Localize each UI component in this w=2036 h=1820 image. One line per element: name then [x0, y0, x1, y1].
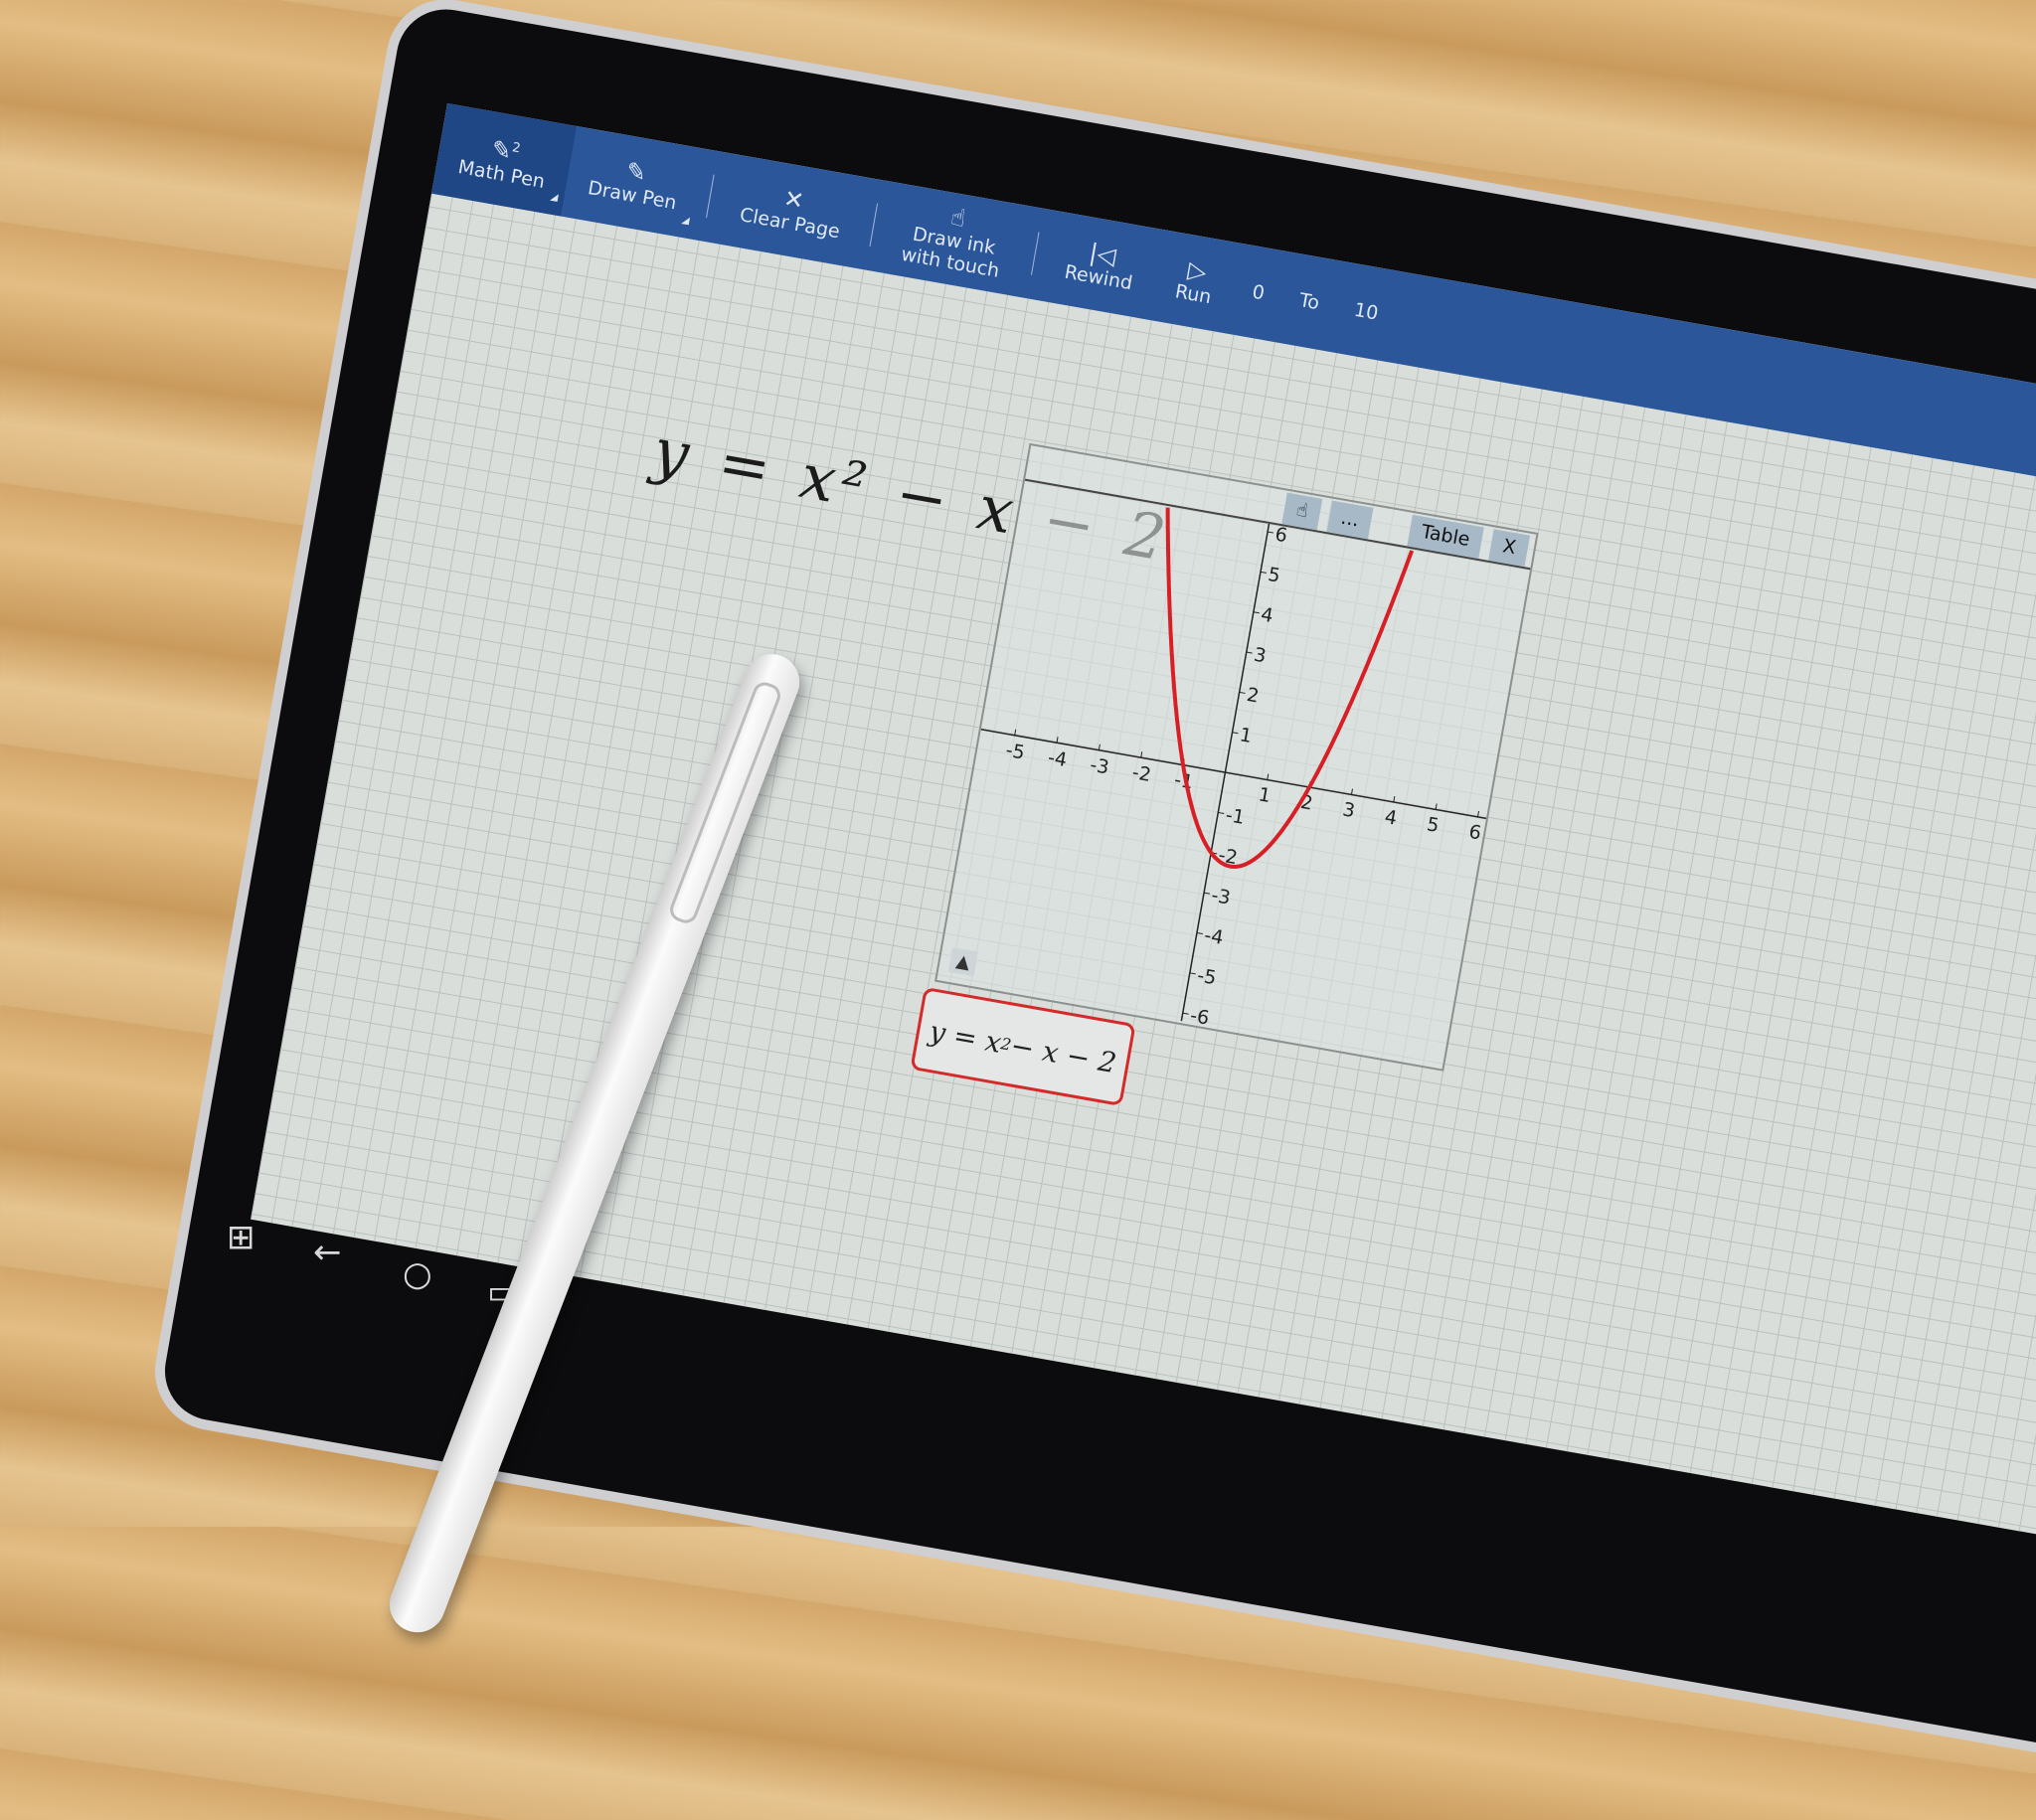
rewind-button[interactable]: |◁ Rewind [1038, 210, 1164, 319]
divider [706, 174, 715, 219]
back-icon[interactable]: ← [313, 1233, 342, 1272]
x-icon: ✕ [781, 184, 806, 216]
divider [869, 203, 879, 248]
y-tick [1268, 531, 1274, 534]
dropdown-triangle-icon[interactable]: ◢ [680, 210, 691, 233]
windows-icon[interactable]: ⊞ [227, 1218, 255, 1257]
x-tick-label: 6 [1467, 821, 1483, 845]
y-tick-label: 6 [1273, 524, 1289, 548]
parabola-curve [1165, 507, 1415, 869]
x-tick [1476, 810, 1480, 817]
y-tick [1232, 732, 1239, 735]
x-tick-label: -5 [1004, 740, 1026, 764]
y-tick [1253, 611, 1260, 614]
play-icon: ▷ [1185, 255, 1209, 286]
y-tick-label: 1 [1238, 724, 1254, 747]
pencil-icon: ✎ [623, 156, 649, 188]
touch-hand-icon: ☝ [948, 202, 968, 234]
x-tick-label: 4 [1383, 806, 1399, 830]
rewind-label: Rewind [1063, 260, 1134, 295]
touch-mode-button[interactable]: ☝ [1281, 492, 1322, 531]
y-tick-label: 4 [1260, 603, 1275, 627]
equation-lhs: y = x [927, 1014, 1004, 1060]
x-tick [1267, 773, 1270, 780]
home-icon[interactable]: ○ [403, 1254, 432, 1294]
y-tick [1239, 691, 1246, 694]
pencil-icon: ✎2 [489, 134, 522, 166]
x-tick [1350, 788, 1353, 795]
more-button[interactable]: ... [1326, 500, 1374, 540]
divider [1030, 232, 1040, 275]
y-tick-label: -5 [1196, 964, 1218, 989]
run-button[interactable]: ▷ Run [1148, 230, 1243, 334]
y-tick-label: -4 [1203, 924, 1225, 949]
equation-rhs: − x − 2 [1008, 1028, 1119, 1079]
x-tick-label: 1 [1257, 783, 1272, 807]
dropdown-triangle-icon[interactable]: ◢ [549, 187, 560, 210]
y-tick-label: -6 [1189, 1005, 1211, 1030]
x-tick-label: -3 [1089, 754, 1110, 779]
x-tick [1435, 803, 1438, 810]
y-tick-label: -3 [1210, 885, 1232, 910]
y-tick-label: -1 [1224, 804, 1246, 829]
x-tick-label: 3 [1341, 798, 1357, 822]
graph-window[interactable]: ☝ ... Table X -5 -4 -3 -2 -1 1 2 3 4 5 6 6 5 4 3 2 1 -1 -2… [934, 442, 1539, 1072]
x-tick [1393, 795, 1396, 803]
close-graph-button[interactable]: X [1488, 529, 1531, 568]
collapse-button[interactable]: ▲ [947, 947, 978, 977]
y-tick [1189, 972, 1196, 975]
x-tick-label: -2 [1130, 761, 1152, 786]
graph-plot[interactable]: -5 -4 -3 -2 -11 2 3 4 5 6654321-1-2-3-4-5-6 [937, 481, 1530, 1068]
y-tick [1182, 1012, 1189, 1015]
y-tick [1196, 931, 1203, 935]
y-tick-label: 2 [1245, 684, 1261, 708]
y-tick [1260, 571, 1267, 574]
x-tick [1014, 729, 1017, 736]
x-tick [1056, 737, 1059, 744]
y-tick-label: 5 [1267, 564, 1282, 587]
y-tick [1203, 892, 1211, 895]
x-tick-label: -4 [1046, 746, 1068, 771]
y-tick [1246, 651, 1253, 654]
y-tick-label: 3 [1253, 644, 1269, 668]
x-tick [1140, 751, 1143, 758]
y-tick [1218, 811, 1225, 814]
run-label: Run [1173, 280, 1214, 309]
touch-hand-icon: ☝ [1294, 498, 1310, 523]
x-tick [1098, 744, 1101, 750]
x-tick-label: 5 [1426, 813, 1442, 837]
